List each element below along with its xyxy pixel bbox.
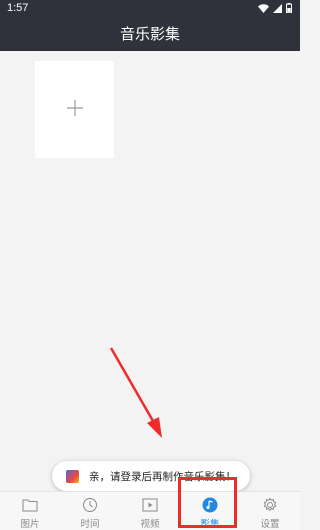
tab-label: 影集	[200, 519, 220, 530]
plus-icon	[66, 99, 84, 121]
tab-label: 视频	[140, 519, 160, 530]
page-title: 音乐影集	[119, 25, 180, 43]
app-icon	[66, 469, 79, 483]
tab-settings[interactable]: 设置	[240, 492, 300, 530]
signal-icon	[273, 3, 282, 13]
bottom-tab-bar: 图片 时间 视频 影集 设置	[0, 491, 300, 530]
video-icon	[142, 497, 158, 513]
battery-icon	[286, 3, 292, 13]
tab-albums[interactable]: 影集	[180, 492, 240, 530]
title-bar: 音乐影集	[0, 16, 300, 51]
wifi-icon	[258, 3, 269, 13]
tab-label: 图片	[20, 519, 40, 530]
status-icons	[258, 3, 292, 13]
status-time: 1:57	[7, 2, 29, 14]
tab-label: 设置	[260, 519, 280, 530]
folder-icon	[22, 497, 38, 513]
tab-label: 时间	[80, 519, 100, 530]
gear-icon	[262, 497, 278, 513]
album-grid	[0, 51, 300, 491]
tab-pictures[interactable]: 图片	[0, 492, 60, 530]
toast-message: 亲，请登录后再制作音乐影集！	[89, 470, 236, 483]
status-bar: 1:57	[0, 0, 300, 16]
tab-time[interactable]: 时间	[60, 492, 120, 530]
clock-icon	[82, 497, 98, 513]
login-toast: 亲，请登录后再制作音乐影集！	[52, 461, 250, 491]
add-album-button[interactable]	[35, 61, 114, 158]
tab-video[interactable]: 视频	[120, 492, 180, 530]
music-note-icon	[202, 497, 218, 513]
